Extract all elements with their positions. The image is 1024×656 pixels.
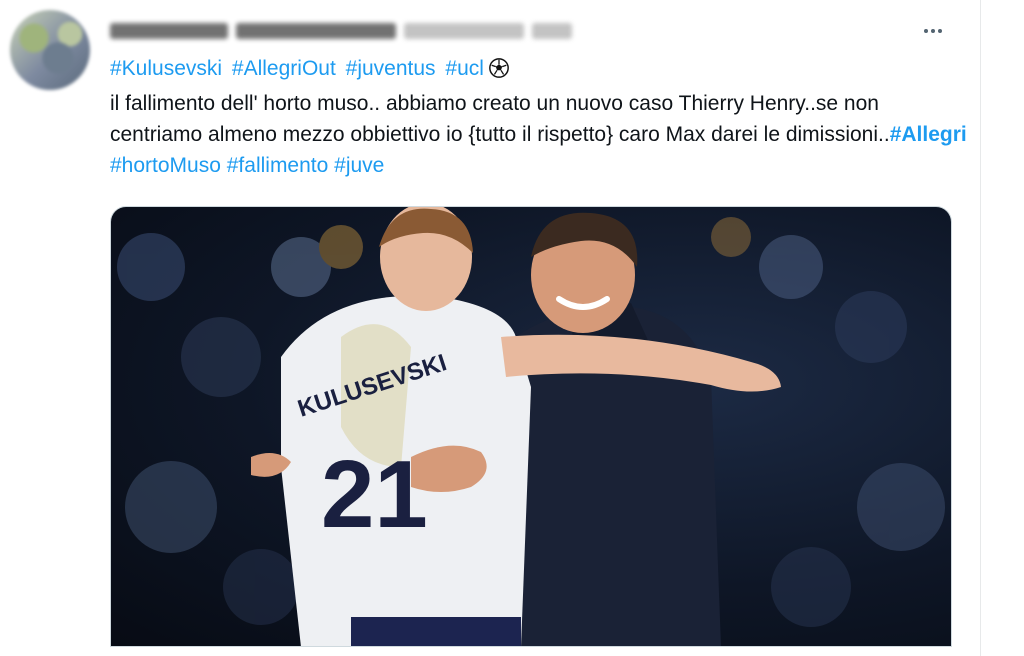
tweet-body-text: il fallimento dell' horto muso.. abbiamo… bbox=[110, 92, 890, 146]
avatar[interactable] bbox=[10, 10, 90, 90]
divider bbox=[980, 0, 981, 656]
soccer-ball-icon bbox=[488, 58, 509, 78]
hashtag-link[interactable]: #ucl bbox=[445, 57, 484, 80]
display-name-blur bbox=[110, 23, 228, 39]
user-name-blurred[interactable] bbox=[110, 20, 590, 42]
tweet-text: il fallimento dell' horto muso.. abbiamo… bbox=[110, 88, 970, 181]
photo-border bbox=[111, 646, 951, 647]
tweet-photo[interactable]: KULUSEVSKI 21 bbox=[110, 206, 952, 647]
hashtag-link[interactable]: #juve bbox=[334, 154, 384, 177]
hashtag-link[interactable]: #Allegri bbox=[890, 123, 967, 146]
hashtag-link[interactable]: #juventus bbox=[346, 57, 436, 80]
jersey-number-text: 21 bbox=[321, 441, 428, 548]
timestamp-blur bbox=[532, 23, 572, 39]
tweet-card[interactable]: #Kulusevski #AllegriOut #juventus #ucl i… bbox=[0, 0, 980, 656]
hashtag-link[interactable]: #fallimento bbox=[227, 154, 329, 177]
photo-illustration: KULUSEVSKI 21 bbox=[117, 207, 945, 647]
display-name-blur-2 bbox=[236, 23, 396, 39]
handle-blur bbox=[404, 23, 524, 39]
hashtag-line: #Kulusevski #AllegriOut #juventus #ucl bbox=[110, 56, 510, 82]
more-icon[interactable] bbox=[918, 20, 948, 42]
hashtag-link[interactable]: #Kulusevski bbox=[110, 57, 222, 80]
hashtag-link[interactable]: #AllegriOut bbox=[232, 57, 336, 80]
hashtag-link[interactable]: #hortoMuso bbox=[110, 154, 221, 177]
